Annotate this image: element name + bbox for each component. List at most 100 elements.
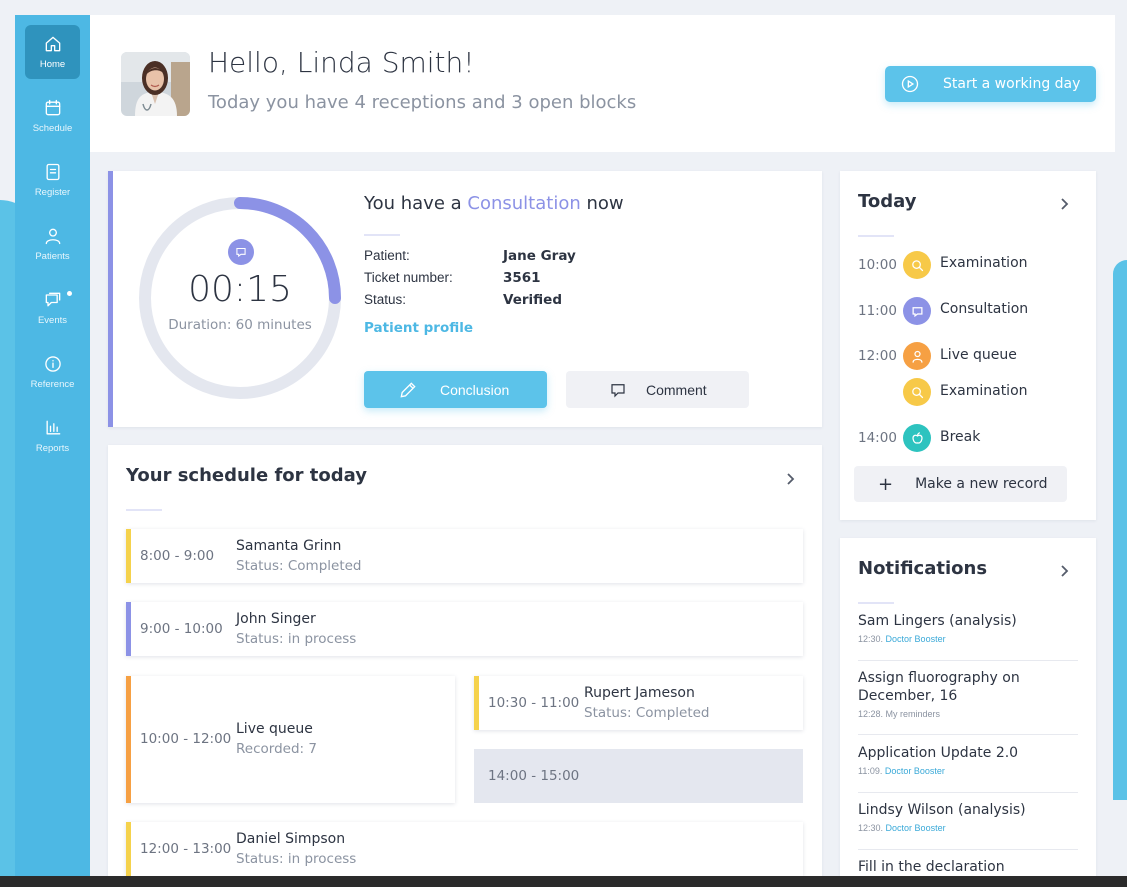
divider: [364, 234, 400, 236]
schedule-slot[interactable]: 8:00 - 9:00 Samanta Grinn Status: Comple…: [126, 529, 803, 583]
make-new-record-button[interactable]: + Make a new record: [854, 466, 1067, 502]
schedule-slot[interactable]: 10:00 - 12:00 Live queue Recorded: 7: [126, 676, 455, 803]
header: Hello, Linda Smith! Today you have 4 rec…: [90, 15, 1115, 152]
today-item-label[interactable]: Live queue: [940, 347, 1017, 363]
new-record-label: Make a new record: [915, 476, 1048, 492]
sidebar-item-label: Register: [34, 187, 71, 198]
sidebar-item-label: Events: [37, 315, 68, 326]
slot-time: 10:00 - 12:00: [140, 731, 232, 747]
notification-title: Fill in the declaration: [858, 859, 1005, 875]
schedule-slot[interactable]: 9:00 - 10:00 John Singer Status: in proc…: [126, 602, 803, 656]
sidebar-item-label: Schedule: [32, 123, 73, 134]
comment-label: Comment: [646, 381, 707, 398]
chat-icon: [228, 239, 254, 265]
notification-time: 12:30.: [858, 823, 884, 833]
sidebar-item-label: Home: [39, 59, 66, 70]
consultation-timer-ring: 00:15 Duration: 60 minutes: [135, 193, 345, 403]
play-icon: [901, 75, 919, 93]
consultation-duration: Duration: 60 minutes: [168, 317, 312, 333]
notification-title: Application Update 2.0: [858, 745, 1019, 761]
chat-icon: [45, 292, 60, 307]
notification-item[interactable]: Sam Lingers (analysis) 12:30. Doctor Boo…: [858, 612, 1078, 661]
bottom-bar: [0, 876, 1127, 887]
notification-item[interactable]: Lindsy Wilson (analysis) 12:30. Doctor B…: [858, 801, 1078, 850]
notification-item[interactable]: Assign fluorography on December, 16 12:2…: [858, 669, 1078, 735]
notifications-title: Notifications: [858, 558, 988, 579]
apple-icon: [903, 424, 931, 452]
info-icon: [44, 356, 61, 372]
start-working-day-button[interactable]: Start a working day: [885, 66, 1096, 102]
slot-status: Status: in process: [236, 631, 357, 647]
greeting: Hello, Linda Smith!: [208, 46, 475, 79]
notification-meta: 12:30. Doctor Booster: [858, 823, 1078, 833]
consultation-timer: 00:15: [188, 269, 292, 310]
sidebar-item-label: Patients: [35, 251, 70, 262]
plus-icon: +: [878, 473, 894, 495]
schedule-card: Your schedule for today 8:00 - 9:00 Sama…: [108, 445, 822, 887]
avatar[interactable]: [121, 52, 190, 116]
chevron-right-icon[interactable]: [1057, 196, 1071, 210]
today-item-time: 10:00: [858, 257, 897, 273]
doctor-photo: [121, 52, 190, 116]
today-item-time: 14:00: [858, 430, 897, 446]
slot-status: Status: Completed: [584, 705, 710, 721]
document-icon: [46, 163, 59, 181]
current-consultation-card: 00:15 Duration: 60 minutes You have a Co…: [108, 171, 822, 427]
notifications-card: Notifications Sam Lingers (analysis) 12:…: [840, 538, 1096, 887]
pencil-icon: [400, 381, 416, 398]
today-item-label[interactable]: Examination: [940, 383, 1028, 399]
slot-time: 14:00 - 15:00: [488, 768, 580, 784]
schedule-title: Your schedule for today: [126, 465, 367, 486]
schedule-slot[interactable]: 12:00 - 13:00 Daniel Simpson Status: in …: [126, 822, 803, 876]
today-card: Today 10:00 Examination 11:00 Consultati…: [840, 171, 1096, 520]
search-icon: [903, 251, 931, 279]
sidebar-item-home[interactable]: Home: [25, 25, 80, 79]
sidebar-item-register[interactable]: Register: [25, 153, 80, 207]
ticket-value: 3561: [503, 270, 541, 286]
sidebar-item-label: Reference: [30, 379, 75, 390]
sidebar-item-reference[interactable]: Reference: [25, 345, 80, 399]
patient-profile-link[interactable]: Patient profile: [364, 320, 473, 336]
consultation-title-prefix: You have a: [364, 193, 462, 214]
chevron-right-icon[interactable]: [783, 471, 797, 485]
notification-dot: [67, 291, 72, 296]
notification-time: 11:09.: [858, 766, 883, 776]
schedule-slot[interactable]: 10:30 - 11:00 Rupert Jameson Status: Com…: [474, 676, 803, 730]
sidebar-item-events[interactable]: Events: [25, 281, 80, 335]
today-item-label[interactable]: Consultation: [940, 301, 1028, 317]
notification-time: 12:30.: [858, 634, 884, 644]
today-item-label[interactable]: Examination: [940, 255, 1028, 271]
slot-name: Samanta Grinn: [236, 538, 342, 554]
greeting-subtitle: Today you have 4 receptions and 3 open b…: [208, 92, 637, 113]
today-title: Today: [858, 191, 917, 212]
chevron-right-icon[interactable]: [1057, 563, 1071, 577]
today-item-label[interactable]: Break: [940, 429, 980, 445]
consultation-type: Consultation: [467, 193, 581, 214]
notification-title: Assign fluorography on December, 16: [858, 670, 1020, 704]
conclusion-label: Conclusion: [440, 381, 510, 398]
slot-time: 12:00 - 13:00: [140, 841, 232, 857]
notification-meta: 12:30. Doctor Booster: [858, 634, 1078, 644]
patient-value: Jane Gray: [503, 248, 576, 264]
sidebar-item-schedule[interactable]: Schedule: [25, 89, 80, 143]
open-block-slot[interactable]: 14:00 - 15:00: [474, 749, 803, 803]
slot-status: Status: in process: [236, 851, 357, 867]
slot-name: Daniel Simpson: [236, 831, 346, 847]
sidebar-item-patients[interactable]: Patients: [25, 217, 80, 271]
notification-title: Sam Lingers (analysis): [858, 613, 1017, 629]
calendar-icon: [45, 99, 60, 116]
slot-time: 8:00 - 9:00: [140, 548, 215, 564]
comment-button[interactable]: Comment: [566, 371, 749, 408]
start-button-label: Start a working day: [943, 76, 1081, 92]
notification-item[interactable]: Application Update 2.0 11:09. Doctor Boo…: [858, 744, 1078, 793]
conclusion-button[interactable]: Conclusion: [364, 371, 547, 408]
notification-meta: 12:28. My reminders: [858, 709, 1078, 719]
sidebar-item-reports[interactable]: Reports: [25, 409, 80, 463]
sidebar-item-label: Reports: [35, 443, 70, 454]
notification-source: Doctor Booster: [884, 766, 945, 776]
notification-source: Doctor Booster: [885, 823, 946, 833]
sidebar: Home Schedule Register Patients Events R…: [15, 15, 90, 877]
ticket-label: Ticket number:: [364, 270, 453, 285]
slot-status: Recorded: 7: [236, 741, 317, 757]
today-item-time: 11:00: [858, 303, 897, 319]
